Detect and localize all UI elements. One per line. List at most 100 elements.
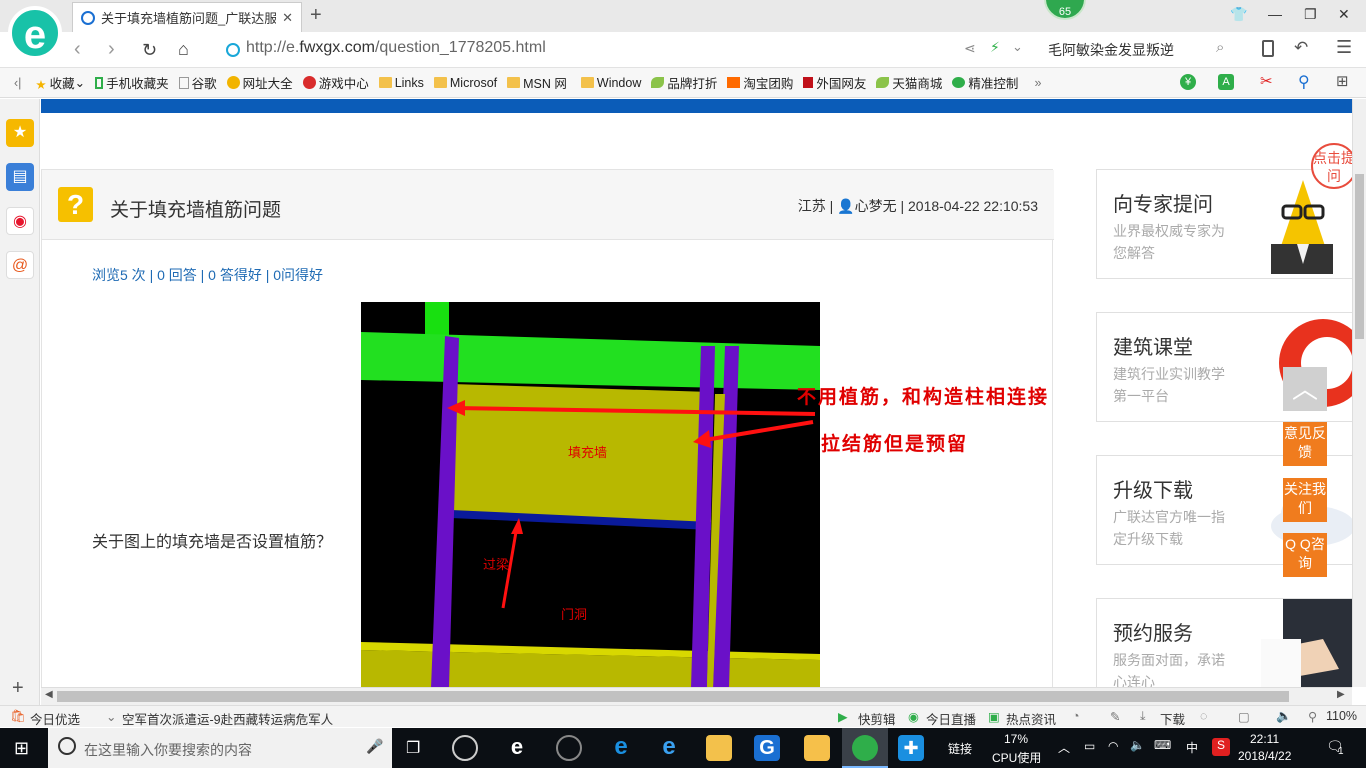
clean-icon[interactable]: ◌ xyxy=(1200,709,1207,723)
url-field[interactable]: http://e.fwxgx.com/question_1778205.html xyxy=(246,39,546,57)
download-link[interactable]: 下载 xyxy=(1160,709,1185,728)
favorites-star-icon[interactable]: ★ xyxy=(6,119,34,147)
notes-app-icon[interactable] xyxy=(804,735,830,761)
share-icon[interactable]: ⋖ xyxy=(964,40,976,57)
scroll-left-icon[interactable]: ◀ xyxy=(45,689,53,700)
refresh-icon[interactable]: ↻ xyxy=(142,40,157,61)
bookmark-taobao[interactable]: 淘宝团购 xyxy=(727,73,793,92)
ie-icon[interactable]: e xyxy=(656,735,682,761)
zoom-level[interactable]: 110% xyxy=(1326,709,1357,723)
question-user[interactable]: 心梦无 xyxy=(855,198,897,214)
sidebar-toggle-icon[interactable]: ‹| xyxy=(14,76,21,90)
keyboard-icon[interactable]: ⌨ xyxy=(1154,738,1171,752)
feedback-button[interactable]: 意见反馈 xyxy=(1283,422,1327,466)
edge-icon[interactable]: e xyxy=(608,735,634,761)
chevron-down-icon[interactable]: ⌄ xyxy=(106,709,116,724)
wifi-icon[interactable]: ◠ xyxy=(1108,739,1118,753)
reader-icon[interactable]: ▤ xyxy=(6,163,34,191)
quick-clip-link[interactable]: 快剪辑 xyxy=(858,709,896,728)
add-icon[interactable]: + xyxy=(12,677,24,700)
bookmark-favorites[interactable]: ★ 收藏 ⌄ xyxy=(35,73,85,92)
ask-bubble[interactable]: 点击提问 xyxy=(1311,143,1352,189)
battery-icon[interactable]: ▭ xyxy=(1084,739,1095,753)
tab-close-icon[interactable]: ✕ xyxy=(282,10,293,26)
bookmark-mobile[interactable]: 手机收藏夹 xyxy=(95,73,169,92)
spiral-app-icon[interactable] xyxy=(556,735,582,761)
shirt-icon[interactable]: 👕 xyxy=(1230,6,1247,23)
question-stats[interactable]: 浏览5 次 | 0 回答 | 0 答得好 | 0问得好 xyxy=(92,265,323,285)
news-ticker[interactable]: 空军首次派遣运-9赴西藏转运病危军人 xyxy=(122,709,333,728)
volume-icon[interactable]: 🔈 xyxy=(1276,709,1292,724)
bookmark-brand-sale[interactable]: 品牌打折 xyxy=(651,73,717,92)
bookmark-links[interactable]: Links xyxy=(378,76,424,90)
undo-icon[interactable]: ↶ xyxy=(1294,38,1308,58)
back-to-top-button[interactable]: ︿ xyxy=(1283,367,1327,411)
task-view-icon[interactable]: ❐ xyxy=(406,738,420,758)
sync-app-icon[interactable]: ✚ xyxy=(898,735,924,761)
forward-button[interactable]: › xyxy=(108,38,115,61)
translate-icon[interactable]: A xyxy=(1218,74,1234,90)
pinwheel-app-icon[interactable] xyxy=(452,735,478,761)
card-appointment[interactable]: 预约服务 服务面对面，承诺心连心 xyxy=(1096,598,1352,687)
back-button[interactable]: ‹ xyxy=(74,38,81,61)
apps-icon[interactable]: ⊞ xyxy=(1336,72,1349,90)
ime-indicator[interactable]: 中 xyxy=(1186,739,1198,756)
search-input[interactable]: 毛阿敏染金发显叛逆 xyxy=(1048,40,1174,60)
bookmark-sites[interactable]: 网址大全 xyxy=(226,73,293,92)
today-picks-link[interactable]: 今日优选 xyxy=(30,709,80,728)
bookmark-games[interactable]: 游戏中心 xyxy=(302,73,369,92)
new-tab-button[interactable]: + xyxy=(310,4,322,27)
windows-start-icon[interactable]: ⊞ xyxy=(14,738,29,759)
search-icon[interactable]: ⌕ xyxy=(1216,39,1224,56)
microphone-icon[interactable]: 🎤 xyxy=(366,738,383,755)
follow-us-button[interactable]: 关注我们 xyxy=(1283,478,1327,522)
sogou-icon[interactable]: S xyxy=(1212,738,1230,756)
horizontal-scroll-thumb[interactable] xyxy=(57,691,1289,702)
zoom-icon[interactable]: ⚲ xyxy=(1298,72,1310,92)
live-link[interactable]: 今日直播 xyxy=(926,709,976,728)
download-icon[interactable]: ⤓ xyxy=(1140,709,1146,724)
card-ask-expert[interactable]: 向专家提问 业界最权威专家为您解答 xyxy=(1096,169,1352,279)
bookmark-foreign[interactable]: 外国网友 xyxy=(803,73,866,92)
qq-consult-button[interactable]: Q Q咨询 xyxy=(1283,533,1327,577)
bookmark-msn[interactable]: MSN 网 xyxy=(507,73,567,92)
minimize-button[interactable]: — xyxy=(1268,6,1282,22)
restore-button[interactable]: ❐ xyxy=(1304,6,1317,23)
tools-icon[interactable]: ✎ xyxy=(1110,709,1120,724)
g-app-icon[interactable]: G xyxy=(754,735,780,761)
chevron-down-icon[interactable]: ⌄ xyxy=(1012,39,1023,55)
hot-news-link[interactable]: 热点资讯 xyxy=(1006,709,1056,728)
shield-icon[interactable]: ¥ xyxy=(1180,74,1196,90)
home-icon[interactable]: ⌂ xyxy=(178,39,189,60)
bookmark-tmall[interactable]: 天猫商城 xyxy=(876,73,942,92)
browser-app-icon[interactable]: e xyxy=(504,735,530,761)
phone-icon[interactable] xyxy=(1262,40,1274,57)
scissors-icon[interactable]: ✂ xyxy=(1260,72,1273,90)
bookmark-microsoft[interactable]: Microsof xyxy=(433,76,497,90)
mail-icon[interactable]: @ xyxy=(6,251,34,279)
scroll-right-icon[interactable]: ▶ xyxy=(1337,689,1345,700)
volume-tray-icon[interactable]: 🔈 xyxy=(1130,738,1145,752)
bookmarks-more[interactable]: » xyxy=(1034,76,1041,90)
bookmark-google[interactable]: 谷歌 xyxy=(178,73,217,92)
weibo-icon[interactable]: ◉ xyxy=(6,207,34,235)
vertical-scrollbar[interactable] xyxy=(1352,99,1366,687)
menu-icon[interactable]: ☰ xyxy=(1336,37,1352,58)
notification-badge[interactable]: 65 xyxy=(1044,0,1086,20)
lightning-icon[interactable]: ⚡ xyxy=(990,39,1000,56)
close-button[interactable]: ✕ xyxy=(1338,6,1350,23)
active-app-highlight[interactable] xyxy=(842,728,888,768)
speed-icon[interactable]: ◔ xyxy=(1072,709,1080,723)
horizontal-scrollbar[interactable]: ◀ ▶ xyxy=(41,687,1352,705)
taskbar-search[interactable]: 在这里输入你要搜索的内容 🎤 xyxy=(48,728,392,768)
link-label[interactable]: 链接 xyxy=(948,740,972,757)
tray-expand-icon[interactable]: ︿ xyxy=(1058,739,1070,756)
vertical-scroll-thumb[interactable] xyxy=(1355,174,1364,339)
clock-date[interactable]: 2018/4/22 xyxy=(1238,749,1291,763)
bookmark-windows[interactable]: Window xyxy=(580,76,641,90)
browser-tab[interactable]: 关于填充墙植筋问题_广联达服务 ✕ xyxy=(72,2,302,32)
window-icon[interactable]: ▢ xyxy=(1238,709,1250,724)
file-explorer-icon[interactable] xyxy=(706,735,732,761)
clock-time[interactable]: 22:11 xyxy=(1250,732,1279,746)
bookmark-precise[interactable]: 精准控制 xyxy=(952,73,1018,92)
